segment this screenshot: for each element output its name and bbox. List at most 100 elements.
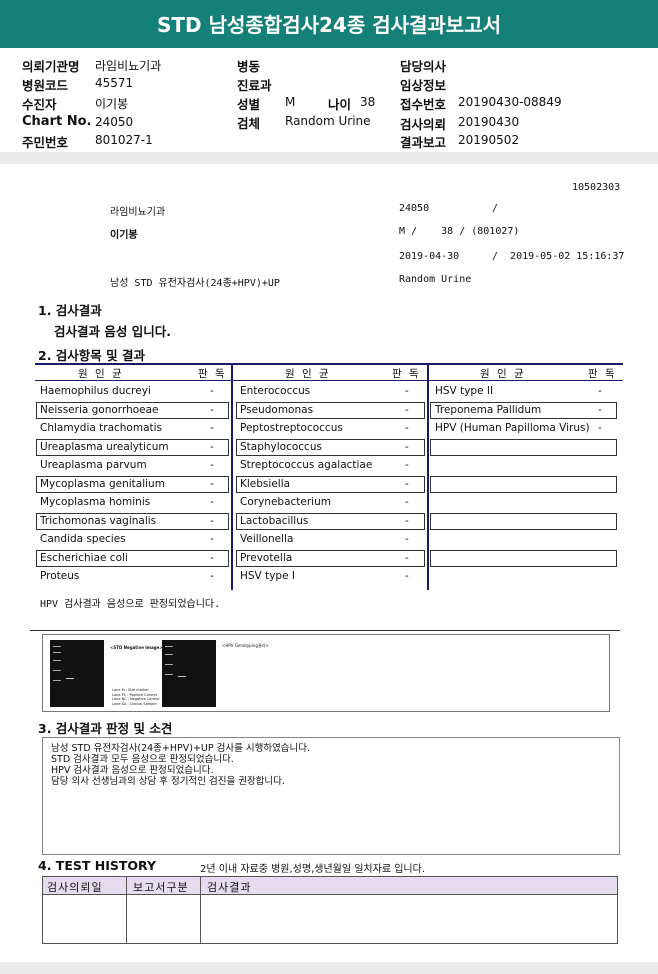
gel-legend-item: Lane SA : Clinical Sample — [112, 701, 157, 706]
pathogen-name: Lactobacillus — [240, 514, 309, 527]
pathogen-result: - — [210, 403, 214, 416]
pathogen-result: - — [405, 403, 409, 416]
print-slash: / — [492, 203, 499, 214]
pathogen-result: - — [405, 385, 409, 397]
pathogen-result: - — [598, 403, 602, 416]
print-patient: 이기봉 — [110, 230, 138, 241]
value-receipt-no: 20190430-08849 — [458, 95, 562, 109]
section3-heading: 3. 검사결과 판정 및 소견 — [38, 721, 173, 736]
result-row-frame — [430, 475, 617, 493]
pathogen-name: HSV type I — [240, 570, 295, 582]
pathogen-result: - — [210, 496, 214, 508]
pathogen-name: Neisseria gonorrhoeae — [40, 403, 159, 416]
pathogen-name: Proteus — [40, 570, 80, 582]
gel-title: <STD Negative Image> — [110, 645, 163, 650]
label-patient: 수진자 — [22, 97, 57, 112]
pathogen-result: - — [405, 459, 409, 471]
label-resident-no: 주민번호 — [22, 135, 69, 150]
pathogen-name: Streptococcus agalactiae — [240, 459, 373, 471]
result-row-frame — [430, 438, 617, 456]
pathogen-result: - — [210, 477, 214, 490]
history-col-result: 검사결과 — [207, 881, 252, 894]
pathogen-result: - — [598, 422, 602, 434]
pathogen-name: Pseudomonas — [240, 403, 314, 416]
label-clinical-info: 임상정보 — [400, 78, 447, 93]
gel-legend-item: Lane NC : Negative Control — [112, 697, 160, 701]
section2-heading: 2. 검사항목 및 결과 — [38, 348, 146, 363]
history-col-divider — [200, 877, 201, 943]
label-sex: 성별 — [237, 97, 261, 112]
pathogen-result: - — [405, 570, 409, 582]
pathogen-result: - — [210, 440, 214, 453]
col2-header-pathogen: 원 인 균 — [285, 368, 331, 380]
print-date-reported: / 2019-05-02 15:16:37 — [492, 251, 625, 262]
pathogen-result: - — [405, 496, 409, 508]
col3-header-pathogen: 원 인 균 — [480, 368, 526, 380]
print-sex-age: M / 38 / (801027) — [399, 226, 520, 237]
opinion-line: STD 검사결과 모두 음성으로 판정되었습니다. — [51, 754, 234, 765]
pathogen-result: - — [210, 551, 214, 564]
pathogen-result: - — [405, 440, 409, 453]
pathogen-result: - — [210, 570, 214, 582]
pathogen-name: Staphylococcus — [240, 440, 322, 453]
pathogen-name: Ureaplasma urealyticum — [40, 440, 169, 453]
pathogen-name: Prevotella — [240, 551, 293, 564]
pathogen-result: - — [210, 459, 214, 471]
result-row-frame — [430, 512, 617, 530]
gel-legend: Lane M : Size marker Lane PC : Positive … — [112, 688, 160, 706]
pathogen-name: Mycoplasma genitalium — [40, 477, 165, 490]
pathogen-name: Klebsiella — [240, 477, 291, 490]
pathogen-result: - — [405, 551, 409, 564]
value-resident-no: 801027-1 — [95, 133, 153, 147]
pathogen-name: Escherichiae coli — [40, 551, 128, 564]
pathogen-name: Trichomonas vaginalis — [40, 514, 157, 527]
label-clinic: 의뢰기관명 — [22, 59, 80, 74]
result-row-frame — [430, 549, 617, 567]
label-ward: 병동 — [237, 59, 261, 74]
value-age: 38 — [360, 95, 376, 109]
value-report-date: 20190502 — [458, 133, 520, 147]
footer-band — [0, 962, 658, 974]
col1-header-result: 판 독 — [198, 368, 227, 380]
pathogen-result: - — [405, 477, 409, 490]
table-divider-1 — [231, 363, 233, 590]
value-hospital-code: 45571 — [95, 76, 134, 90]
hpv-note: HPV 검사결과 음성으로 판정되었습니다. — [40, 599, 221, 610]
label-request-date: 검사의뢰 — [400, 117, 447, 132]
gel-top-rule — [30, 630, 620, 631]
pathogen-name: HPV (Human Papilloma Virus) — [435, 422, 590, 434]
pathogen-name: Treponema Pallidum — [435, 403, 542, 416]
pathogen-name: Corynebacterium — [240, 496, 331, 508]
pathogen-name: Peptostreptococcus — [240, 422, 343, 434]
label-doctor: 담당의사 — [400, 59, 447, 74]
label-hospital-code: 병원코드 — [22, 78, 69, 93]
pathogen-result: - — [210, 422, 214, 434]
section4-note: 2년 이내 자료중 병원,성명,생년월일 일치자료 입니다. — [200, 864, 425, 875]
print-date-requested: 2019-04-30 — [399, 251, 460, 262]
label-age: 나이 — [328, 97, 352, 112]
pathogen-result: - — [210, 385, 214, 397]
value-chart-no: 24050 — [95, 115, 134, 129]
pathogen-result: - — [210, 533, 214, 545]
print-test-name: 남성 STD 유전자검사(24종+HPV)+UP — [110, 278, 280, 289]
label-chart-no: Chart No. — [22, 114, 92, 129]
section4-heading: 4. TEST HISTORY — [38, 858, 157, 873]
pathogen-name: HSV type II — [435, 385, 494, 397]
history-col-type: 보고서구분 — [133, 881, 189, 894]
value-clinic: 라임비뇨기과 — [95, 59, 162, 73]
history-col-date: 검사의뢰일 — [47, 881, 103, 894]
col2-header-result: 판 독 — [392, 368, 421, 380]
opinion-line: 담당 의사 선생님과의 상담 후 정기적인 검진을 권장합니다. — [51, 776, 285, 787]
opinion-line: HPV 검사결과 음성으로 판정되었습니다. — [51, 765, 214, 776]
divider-band — [0, 152, 658, 164]
pathogen-name: Candida species — [40, 533, 126, 545]
table-top-rule — [35, 363, 623, 365]
pathogen-result: - — [405, 422, 409, 434]
pathogen-result: - — [210, 514, 214, 527]
gel-image-1 — [50, 640, 104, 707]
print-code: 10502303 — [572, 182, 621, 193]
opinion-box: 남성 STD 유전자검사(24종+HPV)+UP 검사를 시행하였습니다. ST… — [42, 737, 620, 855]
pathogen-result: - — [405, 514, 409, 527]
pathogen-name: Enterococcus — [240, 385, 311, 397]
section1-heading: 1. 검사결과 — [38, 303, 102, 318]
